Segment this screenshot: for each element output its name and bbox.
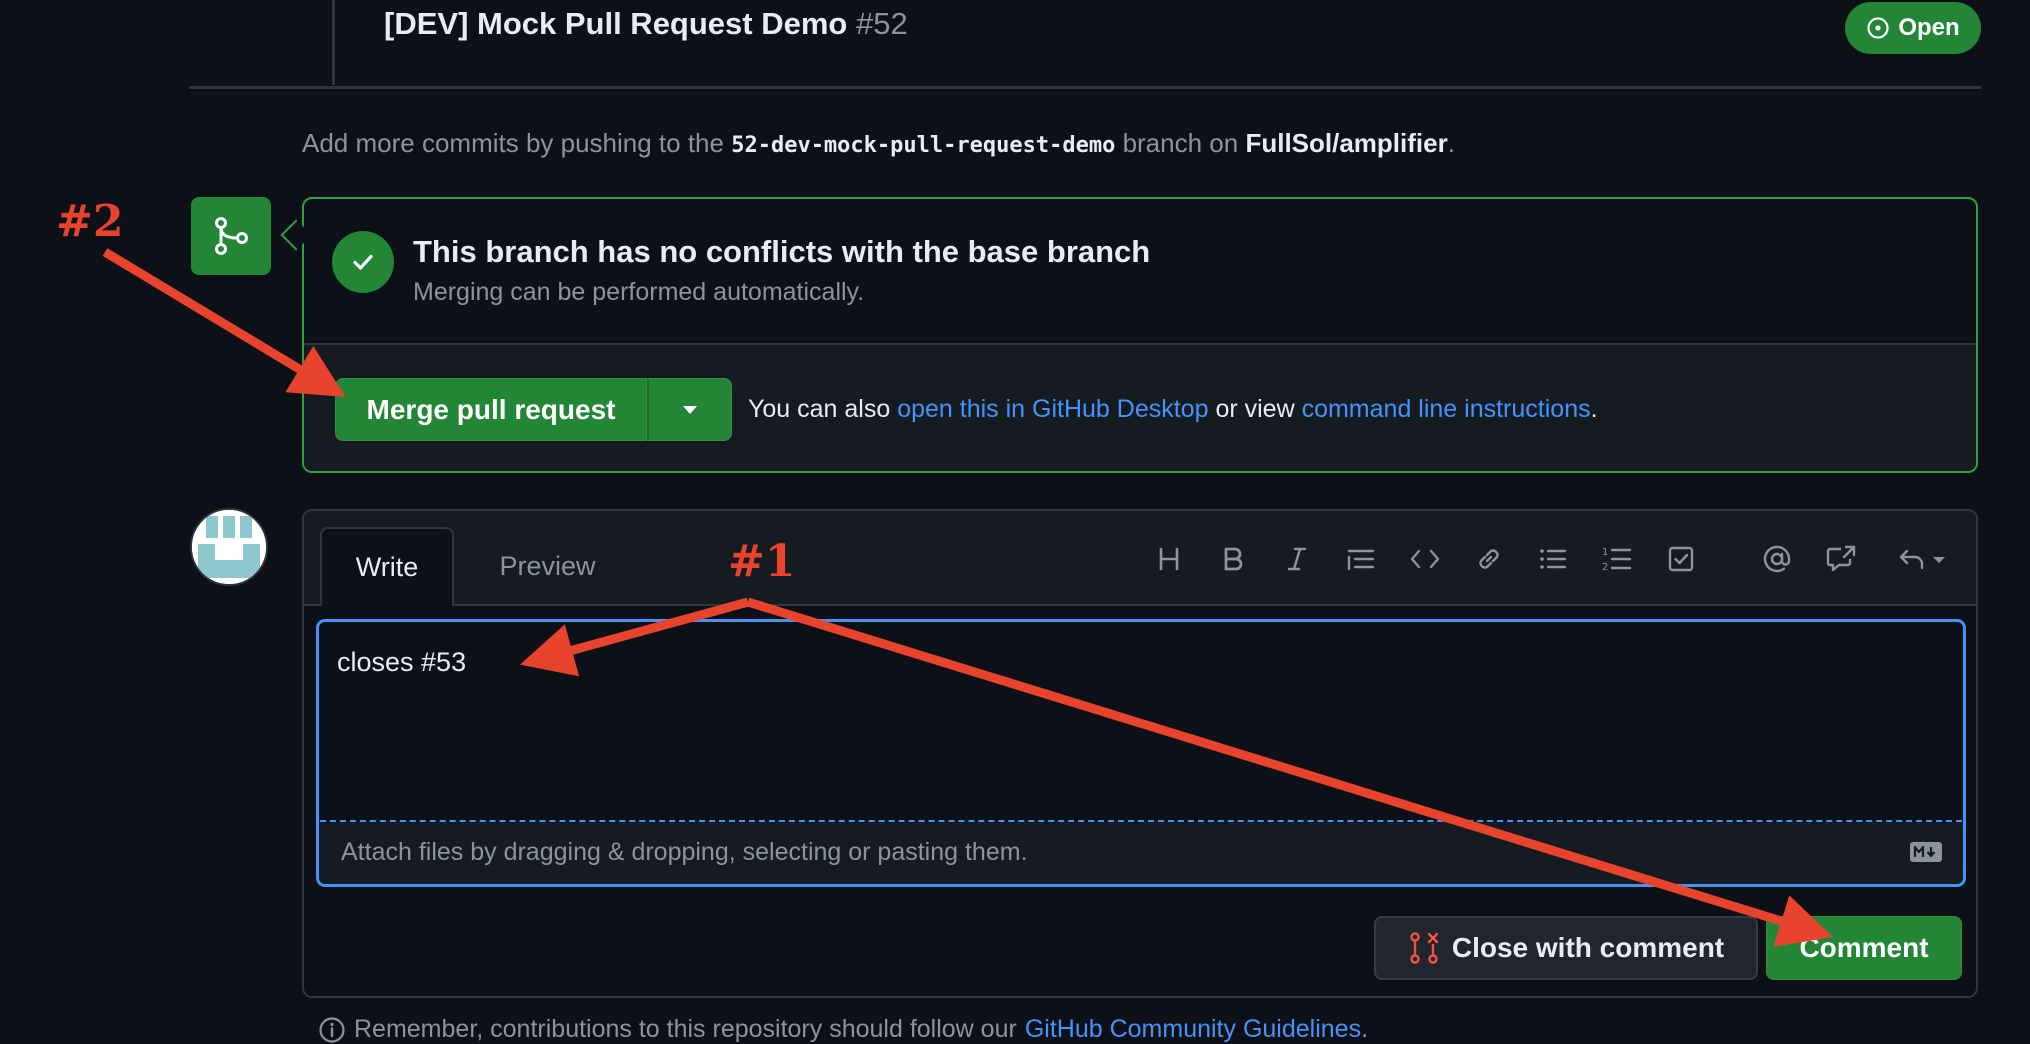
numbered-list-button[interactable]: 12 [1595, 537, 1639, 581]
annotation-label-2: #2 [56, 196, 124, 247]
alt-prefix: You can also [748, 395, 891, 423]
saved-reply-button[interactable] [1896, 537, 1952, 581]
alt-suffix: . [1590, 395, 1598, 423]
reference-button[interactable] [1819, 537, 1863, 581]
bold-button[interactable] [1211, 537, 1255, 581]
triangle-down-icon [683, 405, 697, 414]
merge-alternatives: You can also open this in GitHub Desktop… [748, 395, 1598, 424]
tab-preview[interactable]: Preview [470, 527, 625, 606]
alt-middle: or view [1215, 395, 1295, 423]
info-icon [319, 1016, 345, 1043]
markdown-icon [1910, 842, 1942, 862]
task-list-icon [1668, 546, 1694, 572]
status-badge-label: Open [1898, 14, 1960, 41]
comment-body: closes #53 [337, 647, 467, 677]
commit-hint-prefix: Add more commits by pushing to the [302, 128, 724, 158]
annotation-label-1: #1 [728, 536, 796, 587]
bullet-list-icon [1540, 549, 1567, 569]
mention-icon [1763, 545, 1791, 573]
guidelines-note: Remember, contributions to this reposito… [318, 1015, 1368, 1044]
markdown-support[interactable] [1909, 841, 1943, 863]
close-with-comment-button[interactable]: Close with comment [1374, 916, 1758, 980]
heading-button[interactable] [1147, 537, 1191, 581]
merge-heading: This branch has no conflicts with the ba… [413, 234, 1151, 269]
attach-hint: Attach files by dragging & dropping, sel… [341, 838, 1028, 866]
quote-icon [1347, 549, 1375, 571]
success-status [332, 231, 394, 293]
community-guidelines-link[interactable]: GitHub Community Guidelines [1025, 1015, 1361, 1044]
merge-method-dropdown[interactable] [647, 378, 732, 441]
pr-number: #52 [855, 6, 908, 41]
link-icon [1479, 549, 1499, 569]
open-in-desktop-link[interactable]: open this in GitHub Desktop [897, 395, 1208, 423]
bold-icon [1224, 547, 1243, 571]
commit-hint-suffix: . [1447, 128, 1455, 158]
quote-button[interactable] [1339, 537, 1383, 581]
command-line-link[interactable]: command line instructions [1302, 395, 1591, 423]
code-button[interactable] [1403, 537, 1447, 581]
identicon-icon [192, 510, 266, 584]
pr-title-text: [DEV] Mock Pull Request Demo [384, 6, 848, 41]
guidelines-suffix: . [1361, 1015, 1369, 1043]
merge-pull-request-button[interactable]: Merge pull request [335, 378, 647, 441]
comment-submit-button[interactable]: Comment [1766, 916, 1962, 980]
timeline-line [332, 0, 335, 85]
numbered-list-icon: 12 [1602, 547, 1632, 573]
mention-button[interactable] [1755, 537, 1799, 581]
open-circle-icon [1867, 17, 1889, 39]
task-list-button[interactable] [1659, 537, 1703, 581]
code-icon [1410, 549, 1440, 569]
page-title: [DEV] Mock Pull Request Demo #52 [384, 6, 908, 42]
repo-name: FullSol/amplifier [1245, 128, 1448, 158]
reference-icon [1826, 545, 1856, 572]
heading-icon [1159, 547, 1179, 571]
tab-write[interactable]: Write [320, 527, 454, 606]
bullet-list-button[interactable] [1531, 537, 1575, 581]
commit-hint-middle: branch on [1122, 128, 1239, 158]
italic-icon [1287, 547, 1307, 571]
merge-subtext: Merging can be performed automatically. [413, 278, 865, 306]
close-with-comment-label: Close with comment [1451, 932, 1725, 963]
guidelines-prefix: Remember, contributions to this reposito… [354, 1015, 1017, 1043]
avatar[interactable] [190, 508, 268, 586]
svg-text:2: 2 [1602, 562, 1608, 573]
status-badge: Open [1845, 2, 1981, 54]
check-icon [353, 254, 373, 270]
header-divider [189, 86, 1981, 89]
svg-text:1: 1 [1602, 547, 1608, 558]
branch-name: 52-dev-mock-pull-request-demo [731, 133, 1116, 158]
italic-button[interactable] [1275, 537, 1319, 581]
merge-status-badge [191, 197, 271, 275]
saved-reply-icon [1899, 549, 1945, 570]
commit-hint: Add more commits by pushing to the 52-de… [302, 128, 1455, 159]
issue-closed-icon [1410, 932, 1439, 964]
link-button[interactable] [1467, 537, 1511, 581]
git-merge-icon [215, 217, 248, 255]
